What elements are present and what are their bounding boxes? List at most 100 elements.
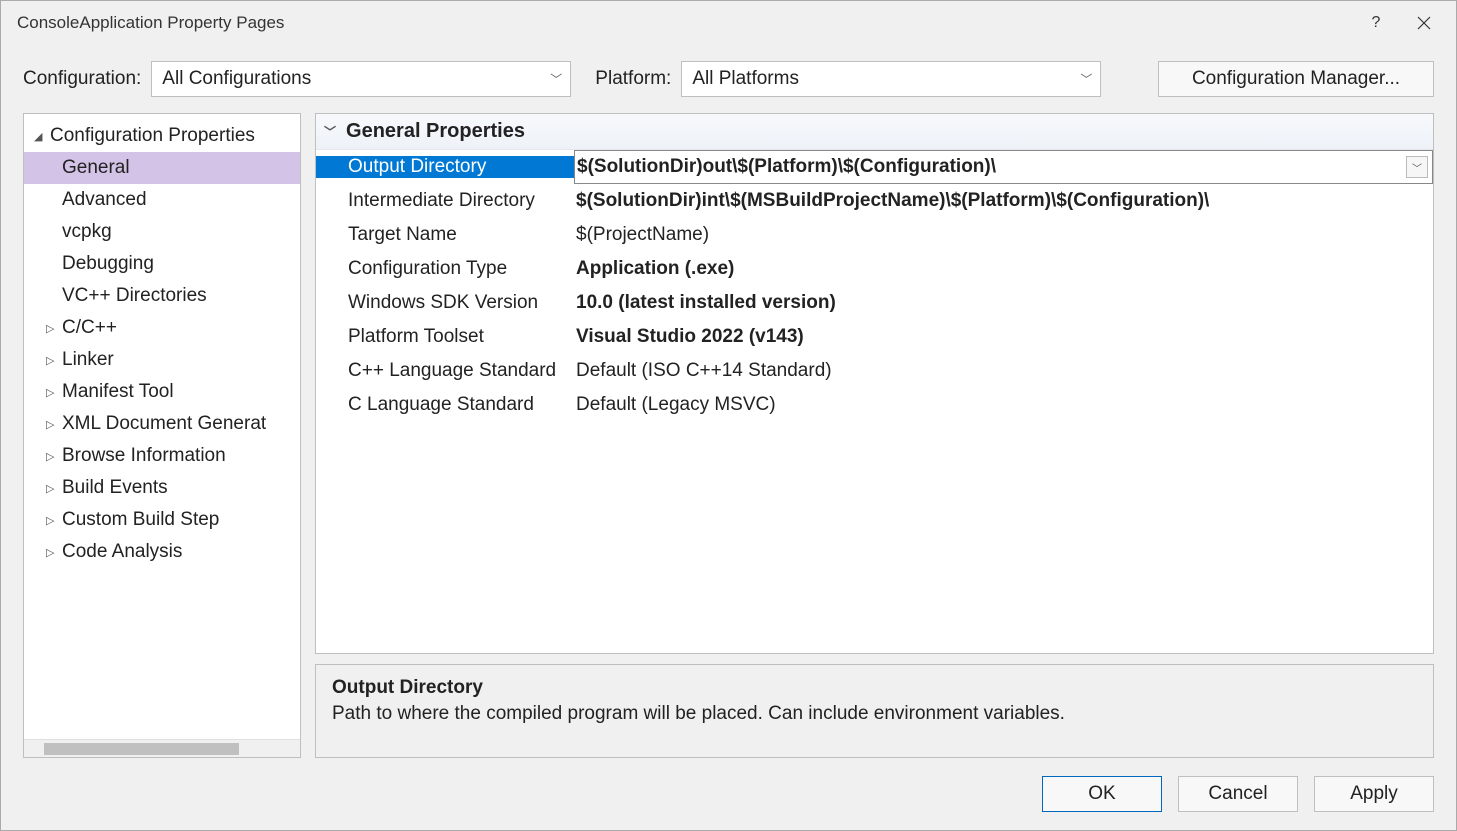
configuration-combo[interactable]: All Configurations ﹀ — [151, 61, 571, 97]
chevron-right-icon: ▷ — [46, 322, 62, 335]
tree-item-c-c-[interactable]: ▷C/C++ — [24, 312, 300, 344]
property-value: 10.0 (latest installed version) — [574, 292, 1433, 314]
tree-item-label: C/C++ — [62, 317, 117, 339]
help-button[interactable]: ? — [1352, 3, 1400, 43]
section-title: General Properties — [346, 120, 525, 143]
property-row-windows-sdk-version[interactable]: Windows SDK Version10.0 (latest installe… — [316, 286, 1433, 320]
tree-item-general[interactable]: General — [24, 152, 300, 184]
dropdown-button[interactable]: ﹀ — [1406, 156, 1428, 178]
property-value-cell[interactable]: Visual Studio 2022 (v143) — [574, 320, 1433, 354]
tree-item-vcpkg[interactable]: vcpkg — [24, 216, 300, 248]
chevron-down-icon: ﹀ — [1412, 160, 1422, 175]
property-row-c-language-standard[interactable]: C Language StandardDefault (Legacy MSVC) — [316, 388, 1433, 422]
content: ◢ Configuration Properties General Advanc… — [1, 113, 1456, 758]
property-name: Intermediate Directory — [316, 190, 574, 212]
titlebar: ConsoleApplication Property Pages ? — [1, 1, 1456, 45]
property-value-cell[interactable]: $(SolutionDir)out\$(Platform)\$(Configur… — [574, 150, 1433, 184]
property-row-c-language-standard[interactable]: C++ Language StandardDefault (ISO C++14 … — [316, 354, 1433, 388]
chevron-down-icon: ﹀ — [1080, 71, 1092, 88]
property-name: C++ Language Standard — [316, 360, 574, 382]
platform-combo[interactable]: All Platforms ﹀ — [681, 61, 1101, 97]
property-row-intermediate-directory[interactable]: Intermediate Directory$(SolutionDir)int\… — [316, 184, 1433, 218]
tree-item-linker[interactable]: ▷Linker — [24, 344, 300, 376]
close-icon — [1417, 16, 1431, 30]
section-header[interactable]: ﹀ General Properties — [316, 114, 1433, 150]
tree-item-label: Custom Build Step — [62, 509, 219, 531]
configuration-value: All Configurations — [162, 68, 311, 90]
chevron-right-icon: ▷ — [46, 514, 62, 527]
property-pages-dialog: ConsoleApplication Property Pages ? Conf… — [0, 0, 1457, 831]
tree-item-advanced[interactable]: Advanced — [24, 184, 300, 216]
tree-item-label: Code Analysis — [62, 541, 182, 563]
property-value: Default (Legacy MSVC) — [574, 394, 1433, 416]
property-value: $(SolutionDir)out\$(Platform)\$(Configur… — [575, 156, 1406, 178]
property-name: C Language Standard — [316, 394, 574, 416]
property-value-cell[interactable]: Default (ISO C++14 Standard) — [574, 354, 1433, 388]
topbar: Configuration: All Configurations ﹀ Plat… — [1, 45, 1456, 113]
cancel-button[interactable]: Cancel — [1178, 776, 1298, 812]
tree-item-label: VC++ Directories — [62, 285, 207, 307]
property-row-output-directory[interactable]: Output Directory$(SolutionDir)out\$(Plat… — [316, 150, 1433, 184]
tree-item-label: Debugging — [62, 253, 154, 275]
tree-item-build-events[interactable]: ▷Build Events — [24, 472, 300, 504]
close-button[interactable] — [1400, 3, 1448, 43]
property-value-cell[interactable]: Application (.exe) — [574, 252, 1433, 286]
property-row-configuration-type[interactable]: Configuration TypeApplication (.exe) — [316, 252, 1433, 286]
tree-root-config-props[interactable]: ◢ Configuration Properties — [24, 120, 300, 152]
chevron-right-icon: ▷ — [46, 546, 62, 559]
scrollbar-thumb[interactable] — [44, 743, 239, 755]
apply-button[interactable]: Apply — [1314, 776, 1434, 812]
chevron-right-icon: ▷ — [46, 354, 62, 367]
property-value-cell[interactable]: $(SolutionDir)int\$(MSBuildProjectName)\… — [574, 184, 1433, 218]
property-name: Target Name — [316, 224, 574, 246]
property-value-cell[interactable]: 10.0 (latest installed version) — [574, 286, 1433, 320]
tree-item-debugging[interactable]: Debugging — [24, 248, 300, 280]
chevron-right-icon: ▷ — [46, 418, 62, 431]
nav-tree: ◢ Configuration Properties General Advanc… — [23, 113, 301, 758]
window-title: ConsoleApplication Property Pages — [17, 13, 284, 33]
property-name: Windows SDK Version — [316, 292, 574, 314]
tree-item-label: Linker — [62, 349, 114, 371]
tree-item-label: Advanced — [62, 189, 147, 211]
property-value-cell[interactable]: $(ProjectName) — [574, 218, 1433, 252]
property-row-target-name[interactable]: Target Name$(ProjectName) — [316, 218, 1433, 252]
configuration-manager-button[interactable]: Configuration Manager... — [1158, 61, 1434, 97]
property-value: $(ProjectName) — [574, 224, 1433, 246]
platform-value: All Platforms — [692, 68, 799, 90]
tree-root-label: Configuration Properties — [50, 125, 255, 147]
description-panel: Output Directory Path to where the compi… — [315, 664, 1434, 758]
chevron-down-icon: ﹀ — [550, 71, 562, 88]
tree-item-label: Build Events — [62, 477, 168, 499]
tree-item-label: vcpkg — [62, 221, 112, 243]
property-row-platform-toolset[interactable]: Platform ToolsetVisual Studio 2022 (v143… — [316, 320, 1433, 354]
chevron-right-icon: ▷ — [46, 482, 62, 495]
tree-item-vc-directories[interactable]: VC++ Directories — [24, 280, 300, 312]
tree-item-custom-build-step[interactable]: ▷Custom Build Step — [24, 504, 300, 536]
tree-item-xml-document-generat[interactable]: ▷XML Document Generat — [24, 408, 300, 440]
ok-button[interactable]: OK — [1042, 776, 1162, 812]
right-pane: ﹀ General Properties Output Directory$(S… — [315, 113, 1434, 758]
property-value: Application (.exe) — [574, 258, 1433, 280]
description-title: Output Directory — [332, 677, 1417, 699]
chevron-right-icon: ▷ — [46, 386, 62, 399]
chevron-right-icon: ▷ — [46, 450, 62, 463]
help-icon: ? — [1372, 14, 1381, 32]
tree-horizontal-scrollbar[interactable] — [24, 739, 300, 757]
chevron-down-icon: ◢ — [34, 130, 50, 143]
tree-item-label: Browse Information — [62, 445, 226, 467]
tree-item-label: Manifest Tool — [62, 381, 174, 403]
property-value-cell[interactable]: Default (Legacy MSVC) — [574, 388, 1433, 422]
description-text: Path to where the compiled program will … — [332, 703, 1417, 725]
property-name: Platform Toolset — [316, 326, 574, 348]
property-grid: ﹀ General Properties Output Directory$(S… — [315, 113, 1434, 654]
tree-item-code-analysis[interactable]: ▷Code Analysis — [24, 536, 300, 568]
tree-item-label: General — [62, 157, 130, 179]
tree-item-manifest-tool[interactable]: ▷Manifest Tool — [24, 376, 300, 408]
property-value: $(SolutionDir)int\$(MSBuildProjectName)\… — [574, 190, 1433, 212]
property-value: Default (ISO C++14 Standard) — [574, 360, 1433, 382]
platform-label: Platform: — [595, 68, 671, 90]
tree-item-browse-information[interactable]: ▷Browse Information — [24, 440, 300, 472]
chevron-down-icon: ﹀ — [324, 123, 336, 140]
footer: OK Cancel Apply — [1, 758, 1456, 830]
nav-tree-body[interactable]: ◢ Configuration Properties General Advanc… — [24, 114, 300, 739]
